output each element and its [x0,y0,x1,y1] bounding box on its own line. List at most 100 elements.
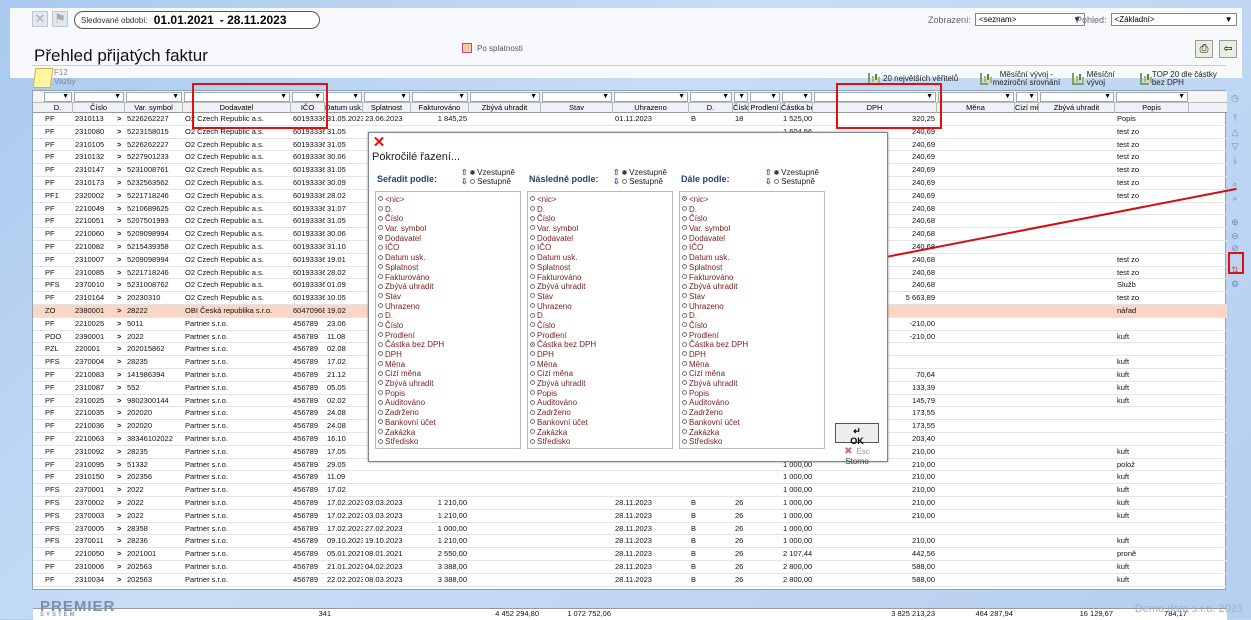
sort-option[interactable]: Uhrazeno [530,302,670,312]
storno-button[interactable]: ✖ Esc Storno [835,446,879,466]
column-header[interactable]: Číslo [73,103,125,113]
radio-button[interactable] [530,370,535,376]
link-arrow-icon[interactable]: > [115,420,123,430]
ok-button[interactable]: ↵ OK [835,423,879,446]
link-arrow-icon[interactable]: > [115,446,123,456]
column-filter[interactable]: ▼ [734,92,748,102]
close-icon[interactable]: ✕ [372,135,386,150]
sort-option[interactable]: Prodlení [682,331,822,341]
up-icon[interactable]: △ [1229,126,1241,138]
radio-button[interactable] [530,351,535,357]
radio-button[interactable] [530,302,535,308]
radio-button[interactable] [530,264,535,270]
sort-option[interactable]: Bankovní účet [530,418,670,428]
link-arrow-icon[interactable]: > [115,292,123,302]
zoom-in-icon[interactable]: ⊕ [1229,216,1241,228]
radio-button[interactable] [530,293,535,299]
table-row[interactable]: PFS 2370003 2022 Partner s.r.o. 456789 17.02.… [33,510,1227,523]
radio-button[interactable] [682,438,687,444]
column-filter[interactable]: ▼ [750,92,780,102]
radio-button[interactable] [682,409,687,415]
radio-button[interactable] [682,370,687,376]
report-button-top20-castka[interactable]: TOP 20 dle částky bez DPH [1140,70,1220,88]
column-filter[interactable]: ▼ [74,92,124,102]
link-arrow-icon[interactable]: > [115,471,123,481]
link-arrow-icon[interactable]: > [115,407,123,417]
sort-option[interactable]: Fakturováno [378,273,518,283]
sort-option[interactable]: IČO [530,243,670,253]
radio-button[interactable] [682,235,687,241]
sort-option[interactable]: Dodavatel [682,234,822,244]
radio-button[interactable] [682,254,687,260]
sort-option[interactable]: <nic> [530,195,670,205]
link-arrow-icon[interactable]: > [115,126,123,136]
sort-option[interactable]: D. [682,311,822,321]
column-filter[interactable]: ▼ [938,92,1014,102]
sort-direction[interactable]: ⇧ Vzestupně ⇩ Sestupně [461,168,515,186]
radio-desc[interactable] [773,179,779,184]
sort-option[interactable]: Popis [682,389,822,399]
sort-option[interactable]: Zbývá uhradit [682,282,822,292]
link-arrow-icon[interactable]: > [115,203,123,213]
sort-option[interactable]: Dodavatel [378,234,518,244]
radio-button[interactable] [682,215,687,221]
table-row[interactable]: PFS 2370001 2022 Partner s.r.o. 456789 17.02 1… [33,484,1227,497]
column-header[interactable]: Zbývá uhradit [1039,103,1115,113]
search-next-icon[interactable]: ⌕ [1229,192,1241,204]
radio-button[interactable] [378,390,383,396]
column-filter[interactable]: ▼ [614,92,688,102]
sort-option[interactable]: Zakázka [682,428,822,438]
radio-button[interactable] [682,332,687,338]
radio-button[interactable] [682,302,687,308]
sort-option[interactable]: Číslo [682,321,822,331]
sort-option[interactable]: Číslo [682,214,822,224]
radio-button[interactable] [378,215,383,221]
radio-button[interactable] [682,225,687,231]
sort-option[interactable]: Stav [530,292,670,302]
column-filter[interactable]: ▼ [690,92,732,102]
link-arrow-icon[interactable]: > [115,395,123,405]
link-arrow-icon[interactable]: > [115,113,123,123]
radio-button[interactable] [530,341,535,347]
sort-option[interactable]: Bankovní účet [682,418,822,428]
radio-button[interactable] [682,322,687,328]
column-header[interactable]: Měna [937,103,1015,113]
sort-option[interactable]: Datum usk. [682,253,822,263]
sort-option[interactable]: Číslo [378,321,518,331]
sort-option[interactable]: Var. symbol [682,224,822,234]
radio-button[interactable] [530,409,535,415]
sort-option[interactable]: Zbývá uhradit [530,379,670,389]
sort-option[interactable]: Cizí měna [378,369,518,379]
radio-button[interactable] [378,196,383,202]
radio-button[interactable] [530,244,535,250]
radio-button[interactable] [530,196,535,202]
radio-button[interactable] [378,409,383,415]
column-filter[interactable]: ▼ [126,92,182,102]
radio-button[interactable] [530,419,535,425]
radio-button[interactable] [682,196,687,202]
link-arrow-icon[interactable]: > [115,318,123,328]
sort-option[interactable]: <nic> [682,195,822,205]
radio-button[interactable] [530,235,535,241]
table-row[interactable]: PF 2310150 202356 Partner s.r.o. 456789 11.09… [33,471,1227,485]
sort-option[interactable]: Zadrženo [530,408,670,418]
column-filter[interactable]: ▼ [1116,92,1188,102]
radio-button[interactable] [378,438,383,444]
column-header[interactable]: Var. symbol [125,103,183,113]
sort-option[interactable]: Středisko [530,437,670,447]
sort-option[interactable]: Částka bez DPH [530,340,670,350]
column-header[interactable]: Splatnost [363,103,411,113]
radio-button[interactable] [378,254,383,260]
radio-button[interactable] [378,302,383,308]
settings-icon[interactable]: ⚙ [1229,278,1241,290]
radio-button[interactable] [682,361,687,367]
radio-button[interactable] [378,312,383,318]
sort-option[interactable]: Popis [378,389,518,399]
sort-option[interactable]: Zbývá uhradit [378,379,518,389]
column-filter[interactable]: ▼ [470,92,540,102]
link-arrow-icon[interactable]: > [115,535,123,545]
radio-button[interactable] [530,438,535,444]
column-header[interactable]: Uhrazeno [613,103,689,113]
radio-button[interactable] [682,428,687,434]
sort-option[interactable]: Prodlení [530,331,670,341]
